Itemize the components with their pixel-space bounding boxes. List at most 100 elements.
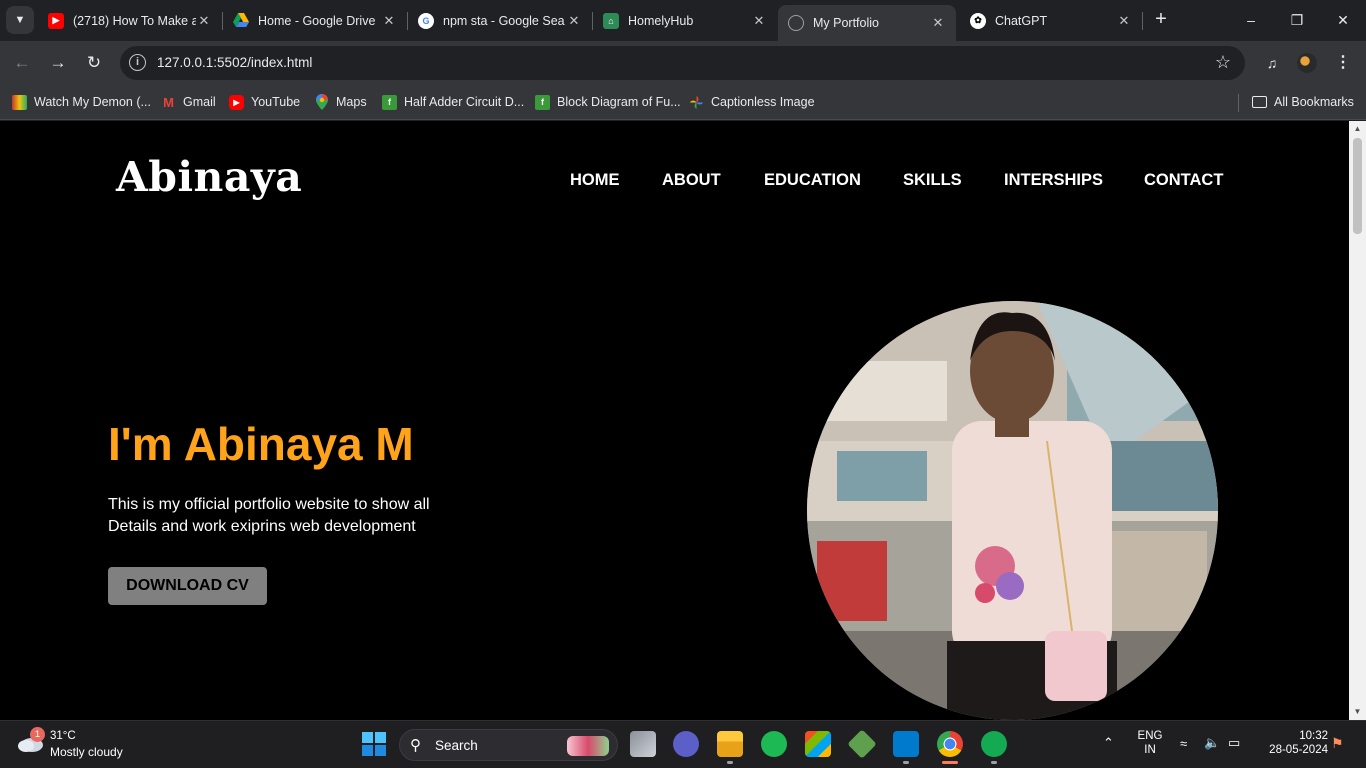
task-view-icon[interactable] [630, 731, 656, 757]
microsoft-store-icon[interactable] [805, 731, 831, 757]
pinwheel-icon [689, 95, 704, 110]
close-icon[interactable]: ✕ [1116, 13, 1132, 29]
new-tab-button[interactable]: + [1150, 8, 1172, 30]
reload-icon: ↻ [86, 53, 102, 72]
bookmark-label: Watch My Demon (... [34, 95, 151, 109]
hero-desc-line: Details and work exiprins web developmen… [108, 518, 416, 535]
tab-title: (2718) How To Make a [73, 13, 196, 28]
weather-temperature[interactable]: 31°C [50, 730, 76, 742]
close-icon[interactable]: ✕ [381, 13, 397, 29]
house-icon: ⌂ [603, 12, 619, 29]
bookmark-item[interactable]: Watch My Demon (... [12, 93, 151, 111]
tab-google-drive[interactable]: Home - Google Drive ✕ [223, 5, 407, 36]
search-icon: ⚲ [410, 737, 421, 754]
region-code: IN [1144, 744, 1156, 756]
youtube-icon: ▶ [229, 94, 244, 110]
scroll-thumb[interactable] [1353, 138, 1362, 234]
weather-description[interactable]: Mostly cloudy [50, 745, 123, 759]
notification-bell-icon[interactable]: ⚑ [1331, 735, 1344, 752]
film-icon [12, 94, 27, 110]
bookmark-item[interactable]: M Gmail [161, 93, 216, 111]
arrow-right-icon: → [49, 53, 67, 72]
nav-home[interactable]: HOME [570, 171, 620, 190]
bookmark-label: Block Diagram of Fu... [557, 95, 681, 109]
windows-taskbar: 1 31°C Mostly cloudy ⚲ Search ⌃ ENG IN ≈… [0, 720, 1366, 768]
tab-youtube[interactable]: ▶ (2718) How To Make a ✕ [38, 5, 222, 36]
hero-desc-line: This is my official portfolio website to… [108, 496, 430, 513]
nav-about[interactable]: ABOUT [662, 171, 721, 190]
meet-video-icon[interactable] [673, 731, 699, 757]
bookmark-item[interactable]: f Half Adder Circuit D... [382, 93, 524, 111]
maps-pin-icon [314, 94, 329, 110]
tab-my-portfolio[interactable]: My Portfolio ✕ [778, 5, 956, 41]
close-icon[interactable]: ✕ [751, 13, 767, 29]
vscode-icon[interactable] [893, 731, 919, 757]
download-cv-button[interactable]: DOWNLOAD CV [108, 567, 267, 605]
site-info-icon[interactable]: i [129, 54, 146, 71]
bookmarks-separator [1238, 94, 1239, 112]
tab-title: ChatGPT [995, 13, 1048, 28]
close-icon[interactable]: ✕ [930, 15, 946, 31]
bookmark-item[interactable]: Captionless Image [689, 93, 815, 111]
running-indicator [991, 761, 997, 764]
scroll-up-arrow[interactable]: ▲ [1349, 121, 1366, 137]
scroll-down-arrow[interactable]: ▼ [1349, 704, 1366, 720]
page-scrollbar[interactable]: ▲ ▼ [1349, 121, 1366, 720]
close-icon[interactable]: ✕ [566, 13, 582, 29]
nav-skills[interactable]: SKILLS [903, 171, 962, 190]
active-indicator [942, 761, 958, 764]
chrome-icon[interactable] [937, 731, 963, 757]
tab-chatgpt[interactable]: ✿ ChatGPT ✕ [960, 5, 1142, 36]
language-code: ENG [1137, 730, 1163, 742]
mongodb-icon[interactable] [981, 731, 1007, 757]
close-window-button[interactable]: ✕ [1320, 8, 1366, 32]
taskbar-search[interactable]: ⚲ Search [399, 729, 618, 761]
clock[interactable]: 10:32 28-05-2024 [1258, 730, 1328, 756]
windows-start-icon[interactable] [361, 731, 387, 757]
tab-title: Home - Google Drive [258, 13, 376, 28]
bookmark-star-icon[interactable]: ☆ [1215, 52, 1231, 73]
nav-internships[interactable]: INTERSHIPS [1004, 171, 1103, 190]
bookmark-item[interactable]: ▶ YouTube [229, 93, 300, 111]
browser-toolbar: ← → ↻ i 127.0.0.1:5502/index.html ☆ ♫ ⋮ [0, 41, 1366, 85]
bookmark-item[interactable]: f Block Diagram of Fu... [535, 93, 681, 111]
volume-icon[interactable]: 🔈 [1204, 735, 1220, 751]
tab-search-button[interactable]: ▼ [6, 6, 34, 34]
site-logo[interactable]: Abinaya [116, 153, 302, 201]
minimize-button[interactable]: – [1228, 8, 1274, 32]
wifi-icon[interactable]: ≈ [1180, 736, 1187, 751]
bookmarks-bar: Watch My Demon (... M Gmail ▶ YouTube Ma… [0, 85, 1366, 120]
bookmark-label: Gmail [183, 95, 216, 109]
bookmark-label: All Bookmarks [1274, 95, 1354, 109]
media-controls-icon[interactable]: ♫ [1262, 53, 1282, 73]
close-icon[interactable]: ✕ [196, 13, 212, 29]
nav-education[interactable]: EDUCATION [764, 171, 861, 190]
google-drive-icon [233, 13, 249, 29]
language-indicator[interactable]: ENG IN [1136, 730, 1164, 756]
address-bar[interactable]: i 127.0.0.1:5502/index.html ☆ [120, 46, 1245, 80]
file-explorer-icon[interactable] [717, 731, 743, 757]
menu-kebab-icon[interactable]: ⋮ [1333, 53, 1353, 73]
back-button[interactable]: ← [9, 50, 35, 76]
reload-button[interactable]: ↻ [81, 50, 107, 76]
profile-avatar[interactable] [1297, 53, 1317, 73]
all-bookmarks-button[interactable]: All Bookmarks [1252, 93, 1354, 111]
restore-button[interactable]: ❐ [1274, 8, 1320, 32]
youtube-icon: ▶ [48, 12, 64, 29]
tab-homelyhub[interactable]: ⌂ HomelyHub ✕ [593, 5, 777, 36]
chevron-up-icon[interactable]: ⌃ [1103, 735, 1114, 751]
spotify-icon[interactable] [761, 731, 787, 757]
leaf-icon: f [382, 94, 397, 110]
tab-google-search[interactable]: G npm sta - Google Sea ✕ [408, 5, 592, 36]
search-placeholder: Search [435, 738, 478, 753]
chevron-down-icon: ▼ [14, 14, 26, 26]
bookmark-label: YouTube [251, 95, 301, 109]
url-text[interactable]: 127.0.0.1:5502/index.html [157, 55, 312, 70]
nodejs-icon[interactable] [847, 729, 877, 759]
forward-button[interactable]: → [45, 50, 71, 76]
nav-contact[interactable]: CONTACT [1144, 171, 1223, 190]
tab-strip: ▼ ▶ (2718) How To Make a ✕ Home - Google… [0, 0, 1366, 41]
battery-icon[interactable]: ▭ [1228, 735, 1240, 751]
google-icon: G [418, 12, 434, 29]
bookmark-item[interactable]: Maps [314, 93, 367, 111]
